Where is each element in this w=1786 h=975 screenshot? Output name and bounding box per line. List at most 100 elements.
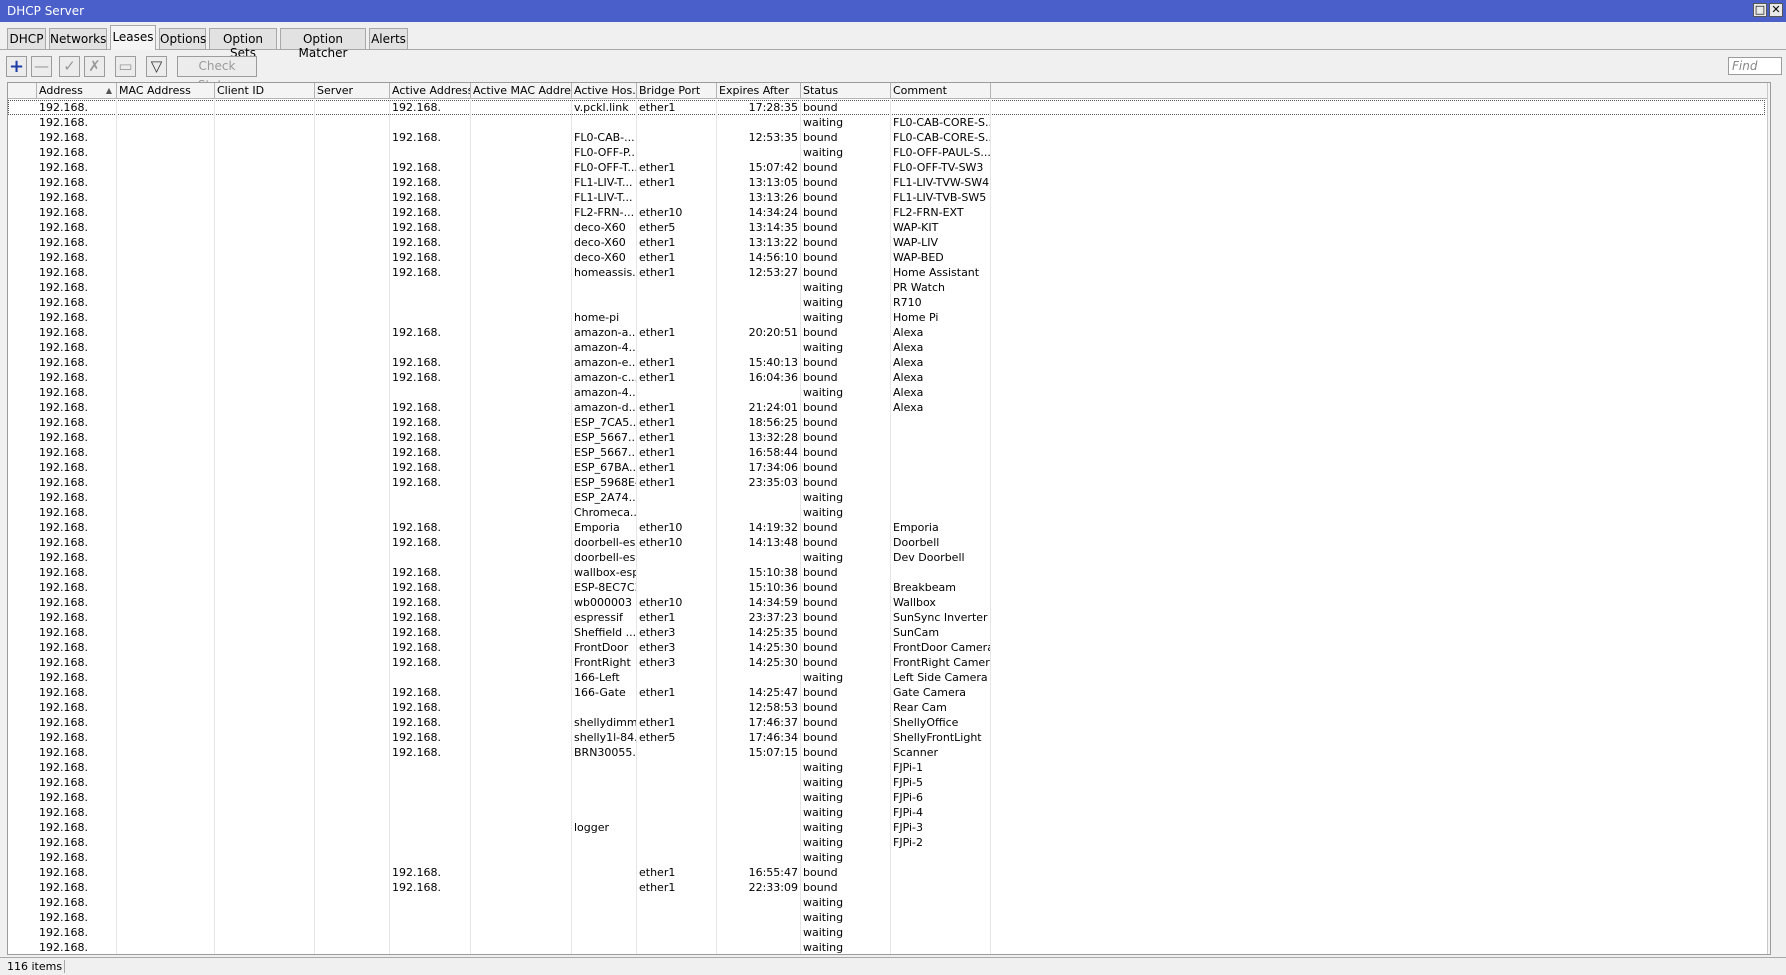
table-row[interactable]: 192.168. 192.168. FL0-OFF-T... ether1 15:07:… <box>8 160 1765 175</box>
table-row[interactable]: 192.168. 192.168. homeassis... ether1 12:53:… <box>8 265 1765 280</box>
scroll-down-icon[interactable]: ▼ <box>1769 939 1770 949</box>
column-header-active-address[interactable]: Active Address <box>390 83 471 99</box>
cell-address: 192.168. <box>37 775 117 790</box>
table-row[interactable]: 192.168. 192.168. amazon-d... ether1 21:24:0… <box>8 400 1765 415</box>
table-row[interactable]: 192.168. amazon-4... waiting Alexa <box>8 385 1765 400</box>
table-row[interactable]: 192.168. 192.168. 166-Gate ether1 14:25:47 bo… <box>8 685 1765 700</box>
vertical-scrollbar[interactable]: ▲ ▲ ▼ <box>1767 83 1770 954</box>
table-row[interactable]: 192.168. 192.168. amazon-e... ether1 15:40:1… <box>8 355 1765 370</box>
table-row[interactable]: 192.168. 192.168. ESP_5667... ether1 13:32:2… <box>8 430 1765 445</box>
table-row[interactable]: 192.168. 192.168. FL2-FRN-... ether10 14:34:… <box>8 205 1765 220</box>
table-row[interactable]: 192.168. 166-Left waiting Left Side Camera <box>8 670 1765 685</box>
table-row[interactable]: 192.168. 192.168. ESP_5968E4 ether1 23:35:03… <box>8 475 1765 490</box>
column-header-comment[interactable]: Comment <box>891 83 991 99</box>
table-row[interactable]: 192.168. ESP_2A74... waiting <box>8 490 1765 505</box>
table-row[interactable]: 192.168. 192.168. v.pckl.link ether1 17:28:3… <box>8 100 1765 115</box>
restore-icon[interactable]: □ <box>1753 3 1767 17</box>
cell-active-address: 192.168. <box>390 430 471 445</box>
table-row[interactable]: 192.168. logger waiting FJPi-3 <box>8 820 1765 835</box>
table-row[interactable]: 192.168. 192.168. 12:58:53 bound Rear Cam <box>8 700 1765 715</box>
table-row[interactable]: 192.168. 192.168. ESP_7CA5... ether1 18:56:2… <box>8 415 1765 430</box>
table-row[interactable]: 192.168. 192.168. Sheffield ... ether3 14:25… <box>8 625 1765 640</box>
table-row[interactable]: 192.168. waiting PR Watch <box>8 280 1765 295</box>
table-row[interactable]: 192.168. 192.168. amazon-a... ether1 20:20:5… <box>8 325 1765 340</box>
column-header-active-host[interactable]: Active Hos... <box>572 83 637 99</box>
table-row[interactable]: 192.168. waiting FJPi-4 <box>8 805 1765 820</box>
table-row[interactable]: 192.168. waiting FJPi-2 <box>8 835 1765 850</box>
table-row[interactable]: 192.168. doorbell-esp waiting Dev Doorbell <box>8 550 1765 565</box>
close-icon[interactable]: ✕ <box>1769 3 1783 17</box>
table-row[interactable]: 192.168. waiting FL0-CAB-CORE-S... <box>8 115 1765 130</box>
check-status-button[interactable]: Check Status <box>177 56 257 92</box>
tab-option-matcher[interactable]: Option Matcher <box>280 28 366 60</box>
table-row[interactable]: 192.168. 192.168. shelly1l-84...ether517:4… <box>8 730 1765 745</box>
table-row[interactable]: 192.168. 192.168. ether1 22:33:09 bound <box>8 880 1765 895</box>
table-row[interactable]: 192.168. 192.168. ether1 16:55:47 bound <box>8 865 1765 880</box>
table-row[interactable]: 192.168. waiting <box>8 910 1765 925</box>
table-row[interactable]: 192.168. waiting FJPi-5 <box>8 775 1765 790</box>
table-row[interactable]: 192.168. waiting R710 <box>8 295 1765 310</box>
scroll-up-icon[interactable]: ▲ <box>1769 83 1770 93</box>
table-row[interactable]: 192.168. waiting FJPi-6 <box>8 790 1765 805</box>
table-row[interactable]: 192.168. 192.168. FL0-CAB-... 12:53:35 bound… <box>8 130 1765 145</box>
column-header-address[interactable]: Address ▲ <box>37 83 117 99</box>
table-row[interactable]: 192.168. waiting <box>8 895 1765 910</box>
column-header-selector[interactable] <box>8 83 37 99</box>
column-header-server[interactable]: Server <box>315 83 390 99</box>
table-row[interactable]: 192.168. 192.168. wb000003 ether10 14:34:59 b… <box>8 595 1765 610</box>
table-row[interactable]: 192.168. 192.168. shellydimm...ether117:46… <box>8 715 1765 730</box>
table-row[interactable]: 192.168. 192.168. FL1-LIV-T... ether1 13:13:… <box>8 175 1765 190</box>
table-row[interactable]: 192.168. 192.168. ESP-8EC7C3 15:10:36 bound B… <box>8 580 1765 595</box>
cell-active-address: 192.168. <box>390 865 471 880</box>
table-row[interactable]: 192.168. home-pi waiting Home Pi <box>8 310 1765 325</box>
find-input[interactable]: Find <box>1728 57 1782 75</box>
table-row[interactable]: 192.168. 192.168. BRN30055... 15:07:15 bound… <box>8 745 1765 760</box>
table-row[interactable]: 192.168. 192.168. ESP_67BA... ether1 17:34:0… <box>8 460 1765 475</box>
cell-active-mac-address <box>471 385 572 400</box>
table-row[interactable]: 192.168. 192.168. Emporia ether10 14:19:32 bo… <box>8 520 1765 535</box>
table-row[interactable]: 192.168. 192.168. amazon-c... ether1 16:04:3… <box>8 370 1765 385</box>
column-header-active-mac-address[interactable]: Active MAC Addre... <box>471 83 572 99</box>
enable-button[interactable]: ✓ <box>59 56 80 77</box>
column-header-bridge-port[interactable]: Bridge Port <box>637 83 717 99</box>
tab-option-sets[interactable]: Option Sets <box>209 28 277 60</box>
table-row[interactable]: 192.168. FL0-OFF-P... waiting FL0-OFF-PAUL-… <box>8 145 1765 160</box>
table-row[interactable]: 192.168. 192.168. espressif ether1 23:37:23 b… <box>8 610 1765 625</box>
cell-address: 192.168. <box>37 760 117 775</box>
table-row[interactable]: 192.168. waiting <box>8 925 1765 940</box>
cell-active-address: 192.168. <box>390 355 471 370</box>
table-row[interactable]: 192.168. 192.168. deco-X60 ether1 14:56:10 bo… <box>8 250 1765 265</box>
cell-expires-after <box>717 550 801 565</box>
tab-networks[interactable]: Networks <box>49 28 107 49</box>
table-row[interactable]: 192.168. 192.168. FrontRight ether3 14:25:30… <box>8 655 1765 670</box>
table-row[interactable]: 192.168. 192.168. deco-X60 ether5 13:14:35 bo… <box>8 220 1765 235</box>
table-row[interactable]: 192.168. 192.168. ESP_5667... ether1 16:58:4… <box>8 445 1765 460</box>
table-row[interactable]: 192.168. 192.168. FL1-LIV-T... 13:13:26 boun… <box>8 190 1765 205</box>
table-row[interactable]: 192.168. waiting FJPi-1 <box>8 760 1765 775</box>
column-header-status[interactable]: Status <box>801 83 891 99</box>
tab-options[interactable]: Options <box>159 28 206 49</box>
column-header-client-id[interactable]: Client ID <box>215 83 315 99</box>
tab-dhcp[interactable]: DHCP <box>7 28 46 49</box>
cell-active-host: homeassis... <box>574 265 637 280</box>
table-row[interactable]: 192.168. 192.168. FrontDoor ether3 14:25:30 b… <box>8 640 1765 655</box>
remove-button[interactable]: — <box>31 56 52 77</box>
add-button[interactable]: + <box>6 56 27 77</box>
table-row[interactable]: 192.168. waiting <box>8 940 1765 954</box>
tab-alerts[interactable]: Alerts <box>369 28 408 49</box>
cell-server <box>315 385 390 400</box>
column-header-mac-address[interactable]: MAC Address <box>117 83 215 99</box>
tab-leases[interactable]: Leases <box>110 25 156 50</box>
comment-button[interactable]: ▭ <box>115 56 136 77</box>
table-row[interactable]: 192.168. Chromeca... waiting <box>8 505 1765 520</box>
scroll-up-small-icon[interactable]: ▲ <box>1769 101 1770 111</box>
table-row[interactable]: 192.168. 192.168. doorbell-esp ether10 14:13… <box>8 535 1765 550</box>
table-row[interactable]: 192.168. amazon-4... waiting Alexa <box>8 340 1765 355</box>
table-row[interactable]: 192.168. waiting <box>8 850 1765 865</box>
column-header-expires-after[interactable]: Expires After <box>717 83 801 99</box>
disable-button[interactable]: ✗ <box>84 56 105 77</box>
cell-client-id <box>215 880 315 895</box>
filter-button[interactable]: ▽ <box>146 56 167 77</box>
table-row[interactable]: 192.168. 192.168. wallbox-esp 15:10:38 bound <box>8 565 1765 580</box>
table-row[interactable]: 192.168. 192.168. deco-X60 ether1 13:13:22 bo… <box>8 235 1765 250</box>
